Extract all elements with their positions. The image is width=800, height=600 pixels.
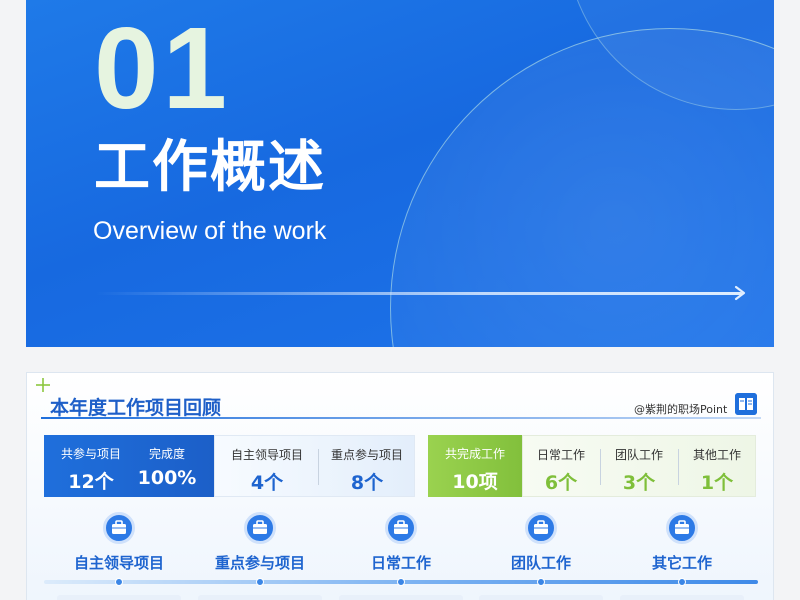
project-stat-key: 重点参与项目 8个 (319, 436, 415, 498)
stat-value: 4个 (250, 472, 284, 494)
stat-label: 重点参与项目 (330, 448, 403, 462)
review-slide: 本年度工作项目回顾 @紫荆的职场Point 共参与项目 12个 完成度 100%… (26, 372, 774, 600)
category-label: 重点参与项目 (214, 554, 305, 572)
book-icon (735, 393, 757, 415)
completed-stat: 共完成工作 10项 (428, 435, 522, 497)
briefcase-icon (666, 512, 698, 544)
decorative-circle-large (390, 28, 774, 347)
stat-label: 其他工作 (692, 448, 741, 462)
category-card (620, 595, 744, 600)
timeline-dot (397, 578, 405, 586)
briefcase-icon (244, 512, 276, 544)
completion-stat: 完成度 100% (126, 435, 208, 497)
stat-label: 日常工作 (536, 448, 585, 462)
section-title: 工作概述 (94, 135, 326, 200)
stat-label: 团队工作 (614, 448, 663, 462)
stat-value: 1个 (700, 472, 734, 494)
work-stat-other: 其他工作 1个 (679, 436, 755, 498)
completed-stat-box: 共完成工作 10项 (428, 435, 522, 497)
timeline-dot (537, 578, 545, 586)
cover-slide: 01 工作概述 Overview of the work (26, 0, 774, 347)
arrow-right-icon (734, 285, 746, 301)
category-card (57, 595, 181, 600)
timeline-dot (256, 578, 264, 586)
category-label: 其它工作 (651, 554, 712, 572)
category-card (339, 595, 463, 600)
stat-value: 8个 (350, 472, 384, 494)
stat-value: 12个 (68, 471, 114, 493)
project-stat-lead: 自主领导项目 4个 (217, 436, 317, 498)
participated-stat-box: 共参与项目 12个 完成度 100% (44, 435, 214, 497)
participated-stat: 共参与项目 12个 (50, 435, 132, 497)
work-stat-team: 团队工作 3个 (601, 436, 677, 498)
stat-value: 3个 (622, 472, 656, 494)
category-card (479, 595, 603, 600)
stat-label: 自主领导项目 (230, 448, 303, 462)
briefcase-icon (103, 512, 135, 544)
stat-value: 10项 (452, 471, 498, 493)
work-stats-box: 日常工作 6个 团队工作 3个 其他工作 1个 (522, 435, 756, 497)
arrow-line (96, 292, 742, 295)
stat-label: 完成度 (148, 447, 185, 461)
briefcase-icon (385, 512, 417, 544)
stat-value: 100% (137, 467, 197, 489)
author-watermark: @紫荆的职场Point (634, 403, 728, 416)
section-subtitle: Overview of the work (93, 217, 327, 245)
timeline-dot (678, 578, 686, 586)
category-label: 团队工作 (510, 554, 571, 572)
briefcase-icon (525, 512, 557, 544)
timeline-dot (115, 578, 123, 586)
work-stat-daily: 日常工作 6个 (523, 436, 599, 498)
stat-label: 共完成工作 (444, 447, 505, 461)
category-label: 自主领导项目 (73, 554, 164, 572)
plus-decoration-icon (36, 378, 50, 392)
review-title: 本年度工作项目回顾 (50, 397, 222, 419)
section-number: 01 (94, 3, 232, 133)
category-label: 日常工作 (370, 554, 431, 572)
stat-label: 共参与项目 (60, 447, 121, 461)
project-stats-box: 自主领导项目 4个 重点参与项目 8个 (214, 435, 415, 497)
stat-value: 6个 (544, 472, 578, 494)
title-underline (41, 417, 761, 419)
category-card (198, 595, 322, 600)
